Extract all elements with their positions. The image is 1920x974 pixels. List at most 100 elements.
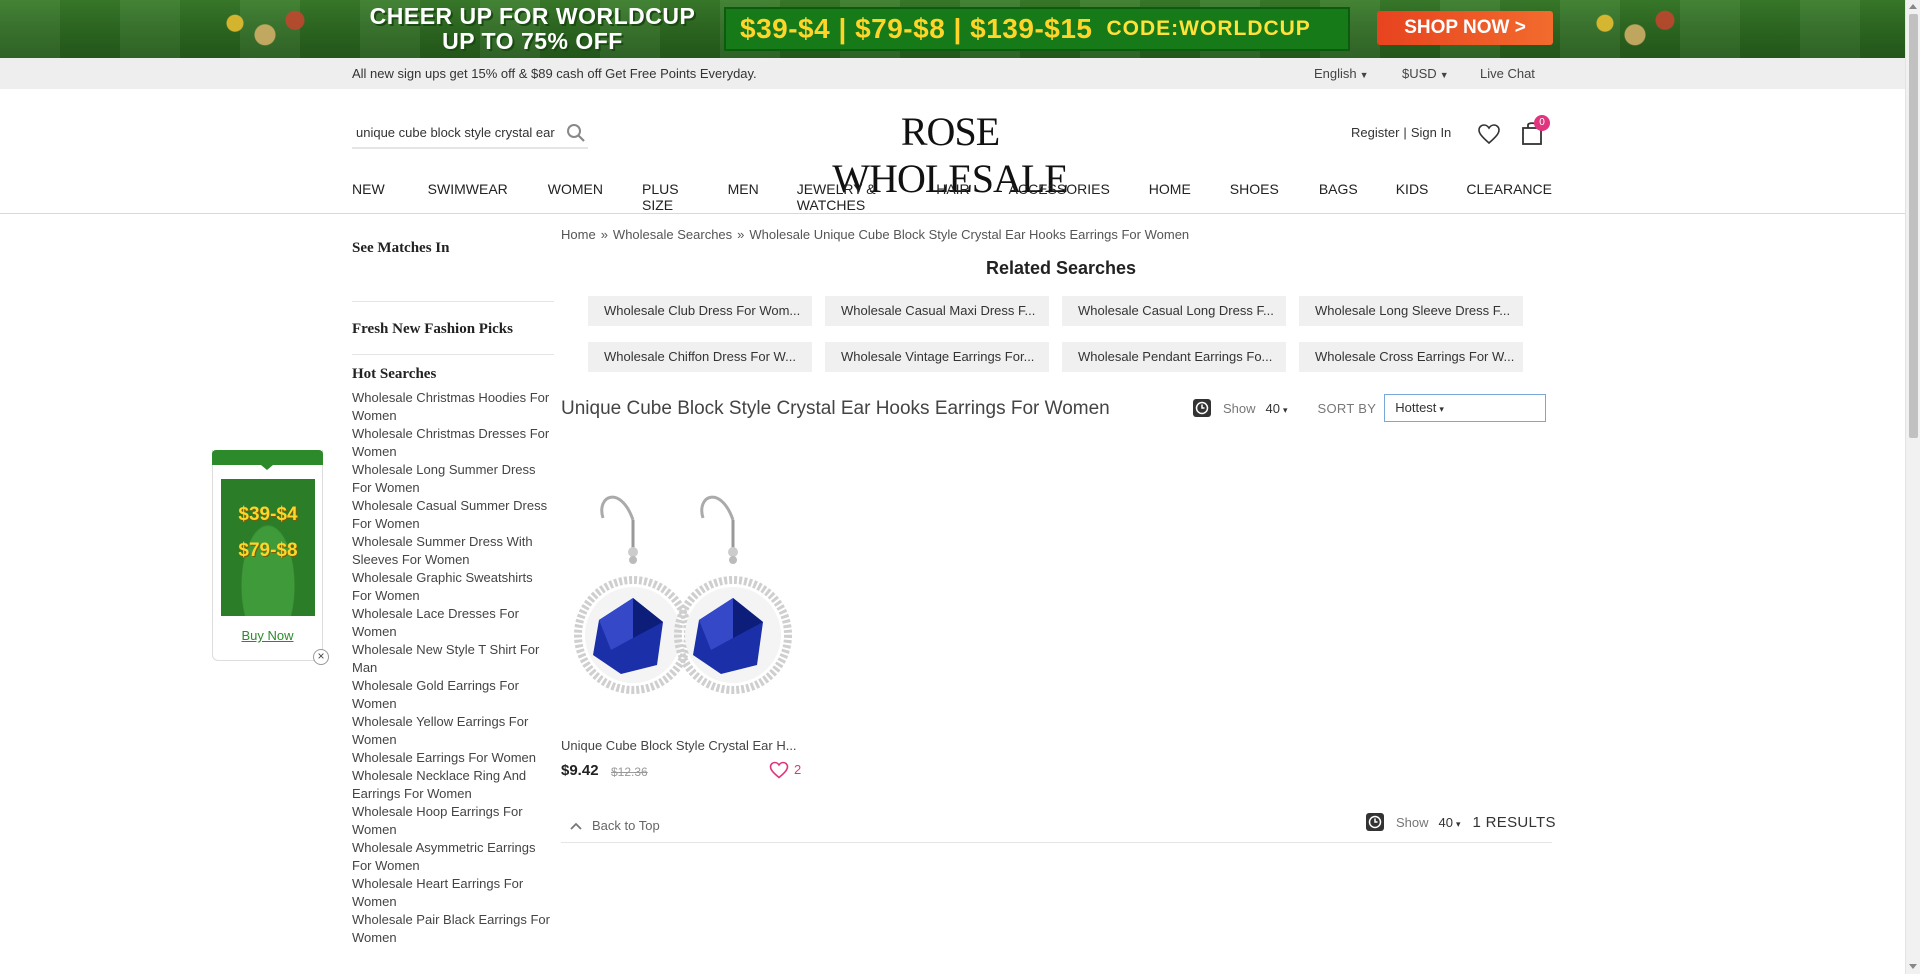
results-title: Unique Cube Block Style Crystal Ear Hook… [561,398,1110,419]
chevron-down-icon: ▼ [1439,70,1449,80]
nav-item-women[interactable]: WOMEN [548,181,603,213]
nav-item-men[interactable]: MEN [728,181,759,213]
nav-item-new[interactable]: NEW [352,181,385,213]
nav-item-plus-size[interactable]: PLUS SIZE [642,181,690,213]
breadcrumb-wholesale-searches[interactable]: Wholesale Searches [613,227,732,242]
nav-item-home[interactable]: HOME [1149,181,1191,213]
hot-search-link[interactable]: Wholesale Pair Black Earrings For Women [352,911,554,947]
show-label: Show [1223,400,1256,416]
search-input[interactable] [352,117,562,147]
nav-item-clearance[interactable]: CLEARANCE [1466,181,1552,213]
hot-search-link[interactable]: Wholesale Christmas Hoodies For Women [352,389,554,425]
account-separator: | [1403,125,1407,140]
related-search-chip[interactable]: Wholesale Club Dress For Wom... [588,296,812,326]
sign-in-link[interactable]: Sign In [1411,125,1451,140]
scroll-up-arrow-icon[interactable] [1909,4,1917,9]
banner-headline-line2: UP TO 75% OFF [442,28,623,54]
language-selector[interactable]: English ▼ [1314,66,1402,81]
breadcrumb: Home » Wholesale Searches » Wholesale Unique… [561,227,1189,242]
related-searches-title: Related Searches [985,258,1137,278]
breadcrumb-current: Wholesale Unique Cube Block Style Crysta… [749,227,1190,242]
results-toolbar: Show 40 ▾ SORT BY Hottest ▾ [1193,394,1547,422]
hot-search-link[interactable]: Wholesale Necklace Ring And Earrings For… [352,767,554,803]
nav-item-hair[interactable]: HAIR [936,181,969,213]
hot-search-link[interactable]: Wholesale Long Summer Dress For Women [352,461,554,497]
related-search-chip[interactable]: Wholesale Long Sleeve Dress F... [1299,296,1523,326]
related-search-chip[interactable]: Wholesale Casual Long Dress F... [1062,296,1286,326]
hot-search-link[interactable]: Wholesale New Style T Shirt For Man [352,641,554,677]
clock-icon[interactable] [1366,813,1384,831]
product-image[interactable] [561,460,806,705]
hot-search-link[interactable]: Wholesale Summer Dress With Sleeves For … [352,533,554,569]
search-icon[interactable] [566,123,586,143]
nav-item-bags[interactable]: BAGS [1319,181,1358,213]
product-name[interactable]: Unique Cube Block Style Crystal Ear H... [561,738,806,753]
product-price: $9.42 [561,762,599,779]
nav-item-accessories[interactable]: ACCESSORIES [1009,181,1110,213]
floating-promo-header [212,450,323,470]
back-to-top-link[interactable]: Back to Top [570,818,660,833]
info-bar-right: English ▼ $USD ▼ Live Chat [1314,66,1535,81]
floating-promo-deal-1: $39-$4 [238,504,298,525]
chevron-down-icon: ▼ [1359,70,1369,80]
banner-deal-tiers: $39-$4 | $79-$8 | $139-$15 [740,13,1093,44]
info-bar: All new sign ups get 15% off & $89 cash … [0,58,1905,89]
bottom-results-toolbar: Show 40 ▾ 1 RESULTS [1366,813,1556,831]
related-searches-grid: Wholesale Club Dress For Wom... Wholesal… [588,296,1538,372]
hot-search-link[interactable]: Wholesale Asymmetric Earrings For Women [352,839,554,875]
show-count-select[interactable]: 40 ▾ [1439,815,1461,830]
fresh-picks-heading[interactable]: Fresh New Fashion Picks [352,321,554,338]
related-search-chip[interactable]: Wholesale Pendant Earrings Fo... [1062,342,1286,372]
related-search-chip[interactable]: Wholesale Casual Maxi Dress F... [825,296,1049,326]
scroll-down-arrow-icon[interactable] [1909,964,1917,969]
floating-promo: $39-$4 $79-$8 Buy Now × [212,450,329,665]
related-search-chip[interactable]: Wholesale Chiffon Dress For W... [588,342,812,372]
sort-select[interactable]: Hottest ▾ [1384,394,1547,422]
hot-search-link[interactable]: Wholesale Hoop Earrings For Women [352,803,554,839]
hot-search-link[interactable]: Wholesale Lace Dresses For Women [352,605,554,641]
nav-item-shoes[interactable]: SHOES [1230,181,1279,213]
nav-item-kids[interactable]: KIDS [1396,181,1429,213]
signup-promo-text: All new sign ups get 15% off & $89 cash … [352,66,757,81]
nav-item-swimwear[interactable]: SWIMWEAR [428,181,508,213]
wishlist-heart-icon[interactable] [1477,123,1501,145]
register-link[interactable]: Register [1351,125,1399,140]
hot-search-link[interactable]: Wholesale Casual Summer Dress For Women [352,497,554,533]
hot-search-link[interactable]: Wholesale Graphic Sweatshirts For Women [352,569,554,605]
hot-search-link[interactable]: Wholesale Gold Earrings For Women [352,677,554,713]
nav-item-jewelry-watches[interactable]: JEWELRY & WATCHES [797,181,897,213]
chevron-down-icon: ▾ [1456,818,1461,829]
live-chat-link[interactable]: Live Chat [1480,66,1535,81]
banner-shop-now-button[interactable]: SHOP NOW > [1377,11,1553,45]
close-icon[interactable]: × [313,649,329,665]
scrollbar-thumb[interactable] [1909,14,1918,438]
hot-search-link[interactable]: Wholesale Yellow Earrings For Women [352,713,554,749]
currency-selector[interactable]: $USD ▼ [1402,66,1480,81]
hot-search-link[interactable]: Wholesale Earrings For Women [352,749,554,767]
show-count-select[interactable]: 40 ▾ [1266,401,1288,416]
related-search-chip[interactable]: Wholesale Vintage Earrings For... [825,342,1049,372]
breadcrumb-separator: » [600,227,608,242]
breadcrumb-home[interactable]: Home [561,227,596,242]
promo-banner[interactable]: CHEER UP FOR WORLDCUP UP TO 75% OFF $39-… [0,0,1905,58]
clock-icon[interactable] [1193,399,1211,417]
favorite-heart-icon[interactable] [769,761,789,779]
banner-coupon-code: CODE:WORLDCUP [1106,17,1311,40]
main-nav: NEW SWIMWEAR WOMEN PLUS SIZE MEN JEWELRY… [352,181,1552,213]
sidebar: See Matches In Fresh New Fashion Picks H… [352,240,554,947]
buy-now-link[interactable]: Buy Now [213,628,322,643]
sort-by-label: SORT BY [1317,400,1377,416]
hot-search-link[interactable]: Wholesale Heart Earrings For Women [352,875,554,911]
chevron-up-icon [570,822,582,830]
related-search-chip[interactable]: Wholesale Cross Earrings For W... [1299,342,1523,372]
floating-promo-image[interactable]: $39-$4 $79-$8 [221,479,315,616]
chevron-down-icon: ▾ [1283,404,1288,415]
floating-promo-deal-2: $79-$8 [238,540,298,561]
show-label: Show [1396,814,1429,830]
hot-search-link[interactable]: Wholesale Christmas Dresses For Women [352,425,554,461]
page-scrollbar[interactable] [1905,0,1920,974]
search-box [352,117,588,149]
banner-headline: CHEER UP FOR WORLDCUP UP TO 75% OFF [355,4,710,54]
show-count-value: 40 [1438,814,1453,830]
sort-value: Hottest [1395,400,1437,415]
